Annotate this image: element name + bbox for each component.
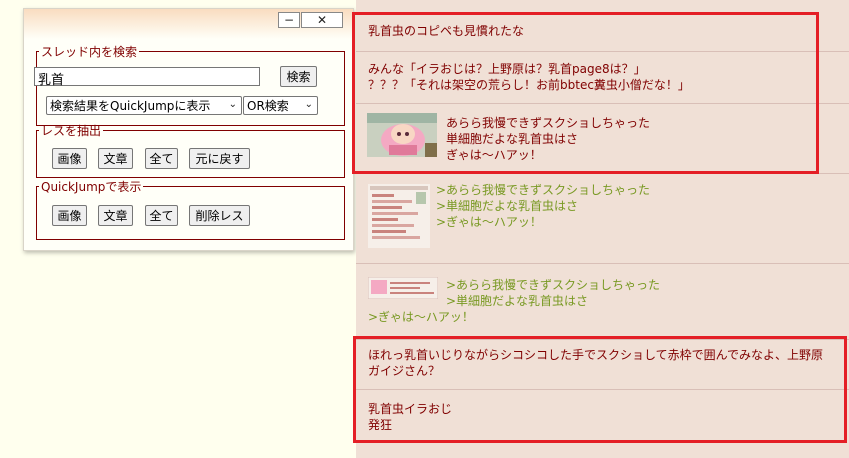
quickjump-image-button[interactable]: 画像 xyxy=(52,205,87,226)
chevron-down-icon: ⌄ xyxy=(304,99,313,110)
quickjump-text-button[interactable]: 文章 xyxy=(98,205,133,226)
minimize-button[interactable]: − xyxy=(278,12,300,28)
display-mode-select[interactable]: 検索結果をQuickJumpに表示 ⌄ xyxy=(46,96,242,115)
search-group-legend: スレッド内を検索 xyxy=(41,45,138,59)
close-icon: ✕ xyxy=(316,13,328,27)
quote-text: >単細胞だよな乳首虫はさ xyxy=(436,199,579,213)
search-mode-select[interactable]: OR検索 ⌄ xyxy=(243,96,318,115)
quote-text: >あらら我慢できずスクショしちゃった xyxy=(436,183,651,197)
quote-text: >ぎゃは～ハアッ！ xyxy=(368,310,474,324)
post: >あらら我慢できずスクショしちゃった >単細胞だよな乳首虫はさ >ぎゃは～ハアッ… xyxy=(356,263,849,339)
search-button[interactable]: 検索 xyxy=(280,66,317,87)
quote-text: >ぎゃは～ハアッ！ xyxy=(436,215,542,229)
extract-text-button[interactable]: 文章 xyxy=(98,148,133,169)
extract-all-button[interactable]: 全て xyxy=(145,148,178,169)
thread-search-panel: − ✕ スレッド内を検索 乳首 検索 検索結果をQuickJumpに表示 ⌄ O… xyxy=(23,8,354,251)
window-controls: − ✕ xyxy=(278,12,343,28)
close-button[interactable]: ✕ xyxy=(301,12,343,28)
post-body: >あらら我慢できずスクショしちゃった >単細胞だよな乳首虫はさ >ぎゃは～ハアッ… xyxy=(436,182,650,230)
quickjump-all-button[interactable]: 全て xyxy=(145,205,178,226)
chevron-down-icon: ⌄ xyxy=(228,99,237,110)
quote-text: >単細胞だよな乳首虫はさ xyxy=(446,294,589,308)
highlight-box-top xyxy=(352,12,819,174)
quickjump-deleted-button[interactable]: 削除レス xyxy=(189,205,250,226)
screenshot-image-thumbnail[interactable] xyxy=(368,184,430,248)
restore-button[interactable]: 元に戻す xyxy=(189,148,250,169)
search-input[interactable]: 乳首 xyxy=(34,67,260,88)
extract-image-button[interactable]: 画像 xyxy=(52,148,87,169)
highlight-box-bottom xyxy=(353,336,847,443)
display-mode-value: 検索結果をQuickJumpに表示 xyxy=(50,99,211,113)
post: >あらら我慢できずスクショしちゃった >単細胞だよな乳首虫はさ >ぎゃは～ハアッ… xyxy=(356,173,849,263)
search-mode-value: OR検索 xyxy=(247,99,289,113)
quickjump-group-legend: QuickJumpで表示 xyxy=(41,180,142,194)
quote-text: >あらら我慢できずスクショしちゃった xyxy=(446,278,661,292)
post-body: >ぎゃは～ハアッ！ xyxy=(368,309,474,325)
extract-group-legend: レスを抽出 xyxy=(41,124,102,138)
post-body: >あらら我慢できずスクショしちゃった >単細胞だよな乳首虫はさ xyxy=(446,277,660,309)
small-screenshot-image-thumbnail[interactable] xyxy=(368,277,438,299)
minimize-icon: − xyxy=(283,13,295,27)
